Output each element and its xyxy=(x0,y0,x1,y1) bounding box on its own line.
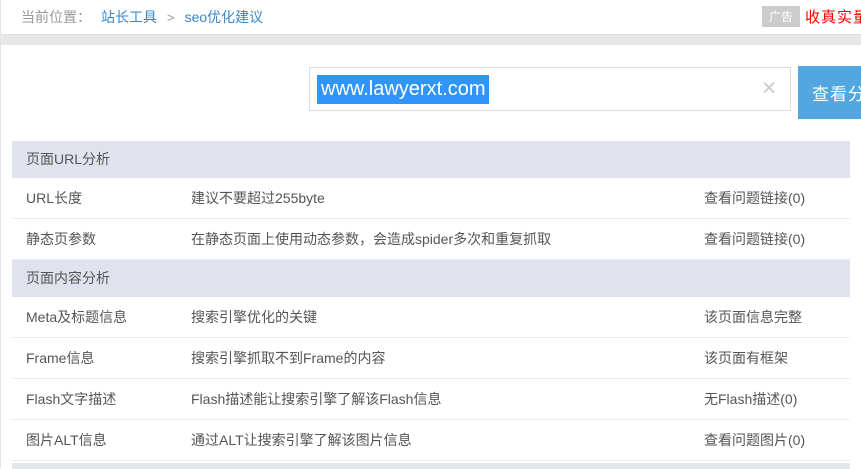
row-description: 在静态页面上使用动态参数，会造成spider多次和重复抓取 xyxy=(191,229,704,249)
row-label: 静态页参数 xyxy=(12,229,191,249)
row-result-link[interactable]: 查看问题链接(0) xyxy=(704,229,850,249)
breadcrumb-link-webmaster-tools[interactable]: 站长工具 xyxy=(101,7,157,27)
page: 当前位置： 站长工具 > seo优化建议 广告 收真实量 www.lawyerx… xyxy=(0,0,861,468)
row-description: Flash描述能让搜索引擎了解该Flash信息 xyxy=(191,389,704,409)
row-label: Meta及标题信息 xyxy=(12,307,191,327)
breadcrumb-label: 当前位置： xyxy=(21,7,91,27)
result-text: ) xyxy=(793,391,798,407)
table-row: Meta及标题信息 搜索引擎优化的关键 该页面信息完整 xyxy=(12,297,850,338)
row-label: Flash文字描述 xyxy=(12,389,191,409)
row-result-status: 该页面有框架 xyxy=(704,348,850,368)
section-header-url-analysis: 页面URL分析 xyxy=(12,141,850,178)
row-result-link[interactable]: 查看问题链接(0) xyxy=(704,188,850,208)
topbar: 当前位置： 站长工具 > seo优化建议 广告 收真实量 xyxy=(1,0,861,34)
table-row: 静态页参数 在静态页面上使用动态参数，会造成spider多次和重复抓取 查看问题… xyxy=(12,219,850,260)
table-row: URL长度 建议不要超过255byte 查看问题链接(0) xyxy=(12,178,850,219)
table-row: 图片ALT信息 通过ALT让搜索引擎了解该图片信息 查看问题图片(0) xyxy=(12,420,850,461)
row-label: 图片ALT信息 xyxy=(12,430,191,450)
url-input-value: www.lawyerxt.com xyxy=(317,75,489,104)
analysis-table: 页面URL分析 URL长度 建议不要超过255byte 查看问题链接(0) 静态… xyxy=(12,141,850,461)
row-description: 建议不要超过255byte xyxy=(191,188,704,208)
table-row: Frame信息 搜索引擎抓取不到Frame的内容 该页面有框架 xyxy=(12,338,850,379)
ad-area: 广告 收真实量 xyxy=(762,6,861,27)
search-section: www.lawyerxt.com ✕ 查看分析 xyxy=(1,45,861,141)
row-description: 通过ALT让搜索引擎了解该图片信息 xyxy=(191,430,704,450)
section-header-content-analysis: 页面内容分析 xyxy=(12,260,850,297)
result-count-red: 0 xyxy=(785,391,793,407)
page-divider xyxy=(1,34,861,45)
url-input[interactable]: www.lawyerxt.com ✕ xyxy=(309,67,791,111)
row-result-status: 无Flash描述(0) xyxy=(704,389,850,409)
row-result-link[interactable]: 查看问题图片(0) xyxy=(704,430,850,450)
clear-icon[interactable]: ✕ xyxy=(761,80,777,99)
breadcrumb-link-seo-advice[interactable]: seo优化建议 xyxy=(185,7,264,27)
next-section-strip xyxy=(12,463,850,469)
ad-badge: 广告 xyxy=(762,6,800,27)
result-text: 无Flash描述( xyxy=(704,391,785,407)
row-label: URL长度 xyxy=(12,188,191,208)
ad-link[interactable]: 收真实量 xyxy=(805,6,861,27)
row-label: Frame信息 xyxy=(12,348,191,368)
row-result-status: 该页面信息完整 xyxy=(704,307,850,327)
breadcrumb: 当前位置： 站长工具 > seo优化建议 xyxy=(21,7,269,27)
analyze-button[interactable]: 查看分析 xyxy=(798,66,861,119)
table-row: Flash文字描述 Flash描述能让搜索引擎了解该Flash信息 无Flash… xyxy=(12,379,850,420)
breadcrumb-separator: > xyxy=(167,10,175,25)
row-description: 搜索引擎优化的关键 xyxy=(191,307,704,327)
row-description: 搜索引擎抓取不到Frame的内容 xyxy=(191,348,704,368)
